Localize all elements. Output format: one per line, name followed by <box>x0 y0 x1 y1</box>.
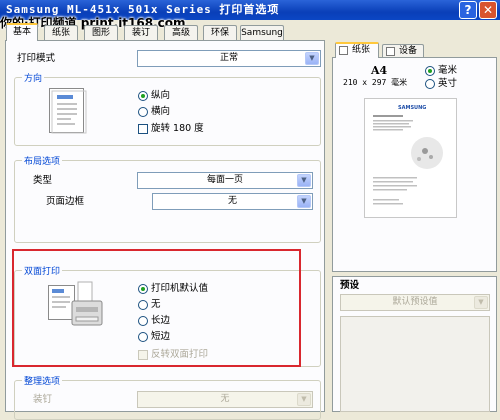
paper-icon <box>339 46 348 55</box>
layout-type-label: 类型 <box>33 175 53 186</box>
right-tab-paper[interactable]: 纸张 <box>335 42 379 58</box>
rotate-label: 旋转 180 度 <box>151 123 204 134</box>
presets-list[interactable] <box>340 316 490 412</box>
paper-dimensions: 210 x 297 毫米 <box>343 78 408 87</box>
orientation-title: 方向 <box>22 71 45 84</box>
staple-value: 无 <box>220 394 230 404</box>
paper-size: A4 <box>371 64 388 77</box>
right-tab-device-label: 设备 <box>399 46 418 56</box>
tab-samsung[interactable]: Samsung <box>240 25 284 40</box>
unit-inch-label: 英寸 <box>438 78 458 89</box>
preview-content-icon <box>373 115 443 205</box>
tab-basic[interactable]: 基本 <box>6 23 38 41</box>
presets-value: 默认预设值 <box>392 297 438 307</box>
print-mode-label: 打印模式 <box>17 53 56 64</box>
unit-inch-radio[interactable] <box>425 79 435 89</box>
staple-label: 装钉 <box>33 394 53 405</box>
portrait-radio[interactable] <box>138 91 148 101</box>
print-mode-select[interactable]: 正常 ▼ <box>137 50 321 67</box>
layout-title: 布局选项 <box>22 154 63 167</box>
unit-mm-label: 毫米 <box>438 65 458 76</box>
right-tab-device[interactable]: 设备 <box>382 44 424 58</box>
print-mode-value: 正常 <box>219 53 238 63</box>
portrait-page-icon <box>49 88 87 134</box>
help-button[interactable]: ? <box>459 1 477 19</box>
chevron-down-icon: ▼ <box>297 195 311 208</box>
chevron-down-icon: ▼ <box>474 296 488 309</box>
highlight-box <box>12 249 301 367</box>
page-border-label: 页面边框 <box>46 196 85 207</box>
presets-label: 预设 <box>340 280 360 291</box>
close-button[interactable]: ✕ <box>479 1 497 19</box>
device-icon <box>386 47 395 56</box>
layout-type-select[interactable]: 每面一页 ▼ <box>137 172 313 189</box>
landscape-label: 横向 <box>151 106 171 117</box>
portrait-label: 纵向 <box>151 90 171 101</box>
tab-graphics[interactable]: 图形 <box>84 25 118 40</box>
chevron-down-icon: ▼ <box>297 393 311 406</box>
chevron-down-icon: ▼ <box>297 174 311 187</box>
presets-select[interactable]: 默认预设值 ▼ <box>340 294 490 311</box>
tab-eco[interactable]: 环保 <box>203 25 237 40</box>
layout-type-value: 每面一页 <box>206 175 243 185</box>
unit-mm-radio[interactable] <box>425 66 435 76</box>
tab-binding[interactable]: 装订 <box>124 25 158 40</box>
page-border-select[interactable]: 无 ▼ <box>152 193 313 210</box>
tab-advanced[interactable]: 高级 <box>164 25 198 40</box>
landscape-radio[interactable] <box>138 107 148 117</box>
finishing-title: 整理选项 <box>22 374 63 387</box>
staple-select[interactable]: 无 ▼ <box>137 391 313 408</box>
right-tab-paper-label: 纸张 <box>352 45 371 55</box>
page-preview: SAMSUNG <box>364 98 457 218</box>
chevron-down-icon: ▼ <box>305 52 319 65</box>
tab-paper[interactable]: 纸张 <box>44 25 78 40</box>
page-border-value: 无 <box>227 196 237 206</box>
preview-logo: SAMSUNG <box>398 105 427 111</box>
rotate-checkbox[interactable] <box>138 124 148 134</box>
